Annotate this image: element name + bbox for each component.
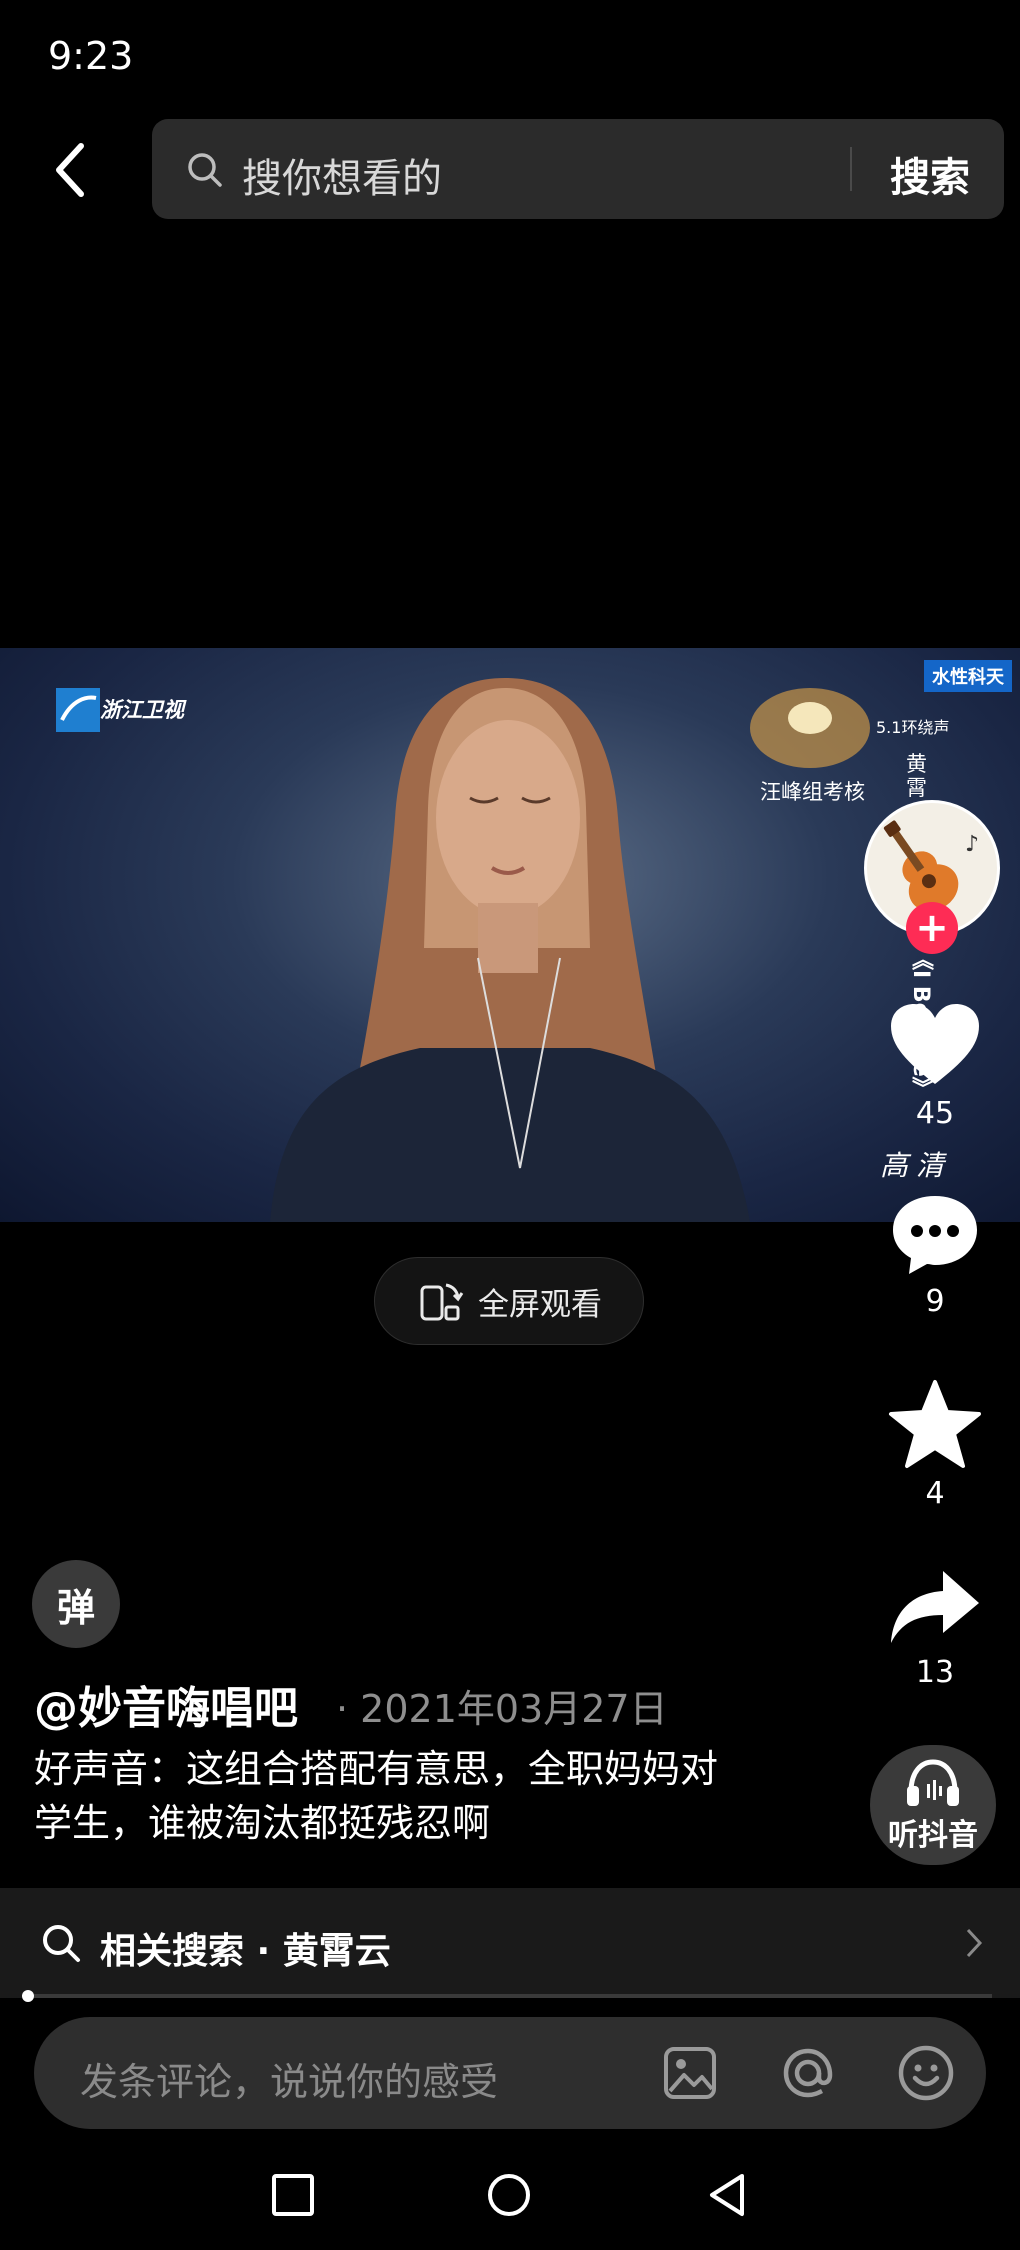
svg-text:♪: ♪ (965, 832, 979, 857)
video-player[interactable]: 浙江卫视 水性科天 5.1环绕声 汪峰组考核 黄霄 《I Believe》 (0, 648, 1020, 1222)
comment-count: 9 (925, 1284, 945, 1319)
star-icon (889, 1380, 981, 1468)
back-nav-button[interactable] (704, 2172, 750, 2218)
recent-apps-button[interactable] (270, 2172, 316, 2218)
plus-icon: + (915, 905, 949, 951)
listen-douyin-button[interactable]: 听抖音 (870, 1745, 996, 1865)
search-icon (188, 153, 222, 187)
search-bar[interactable]: 搜你想看的 搜索 (152, 119, 1004, 219)
like-button[interactable]: 45 (875, 1000, 995, 1131)
fullscreen-button[interactable]: 全屏观看 (374, 1257, 644, 1345)
share-count: 13 (915, 1655, 955, 1690)
back-button[interactable] (40, 135, 100, 205)
video-progress-handle[interactable] (22, 1990, 34, 2002)
chevron-left-icon (56, 143, 84, 197)
search-input[interactable]: 搜你想看的 (242, 146, 442, 204)
search-icon (43, 1925, 80, 1962)
quality-label: 高清 (880, 1149, 953, 1182)
sponsor-badge: 水性科天 (924, 660, 1012, 692)
related-search-label: 相关搜索 · 黄霄云 (100, 1931, 391, 1972)
at-mention-icon[interactable] (778, 2043, 838, 2103)
fullscreen-label: 全屏观看 (478, 1286, 602, 1323)
video-caption: 汪峰组考核 (760, 780, 865, 804)
surround-label: 5.1环绕声 (876, 718, 950, 737)
chevron-right-icon (966, 1928, 983, 1958)
post-date: · 2021年03月27日 (336, 1687, 668, 1731)
like-count: 45 (915, 1096, 955, 1131)
video-progress-track[interactable] (28, 1994, 992, 1998)
author-name[interactable]: @妙音嗨唱吧 (34, 1672, 298, 1736)
headphones-icon (907, 1759, 959, 1806)
search-button[interactable]: 搜索 (890, 145, 970, 203)
channel-logo: 浙江卫视 (100, 698, 184, 722)
post-description[interactable]: 好声音：这组合搭配有意思，全职妈妈对学生，谁被淘汰都挺残忍啊 (34, 1742, 754, 1850)
home-button[interactable] (486, 2172, 532, 2218)
video-frame-art (56, 678, 870, 1222)
danmaku-toggle[interactable]: 弹 (32, 1560, 120, 1648)
image-icon[interactable] (662, 2045, 718, 2101)
heart-icon (891, 1004, 979, 1084)
listen-label: 听抖音 (888, 1818, 978, 1853)
comment-bubble-icon (893, 1196, 977, 1274)
related-search-bar[interactable]: 相关搜索 · 黄霄云 (0, 1888, 1020, 1998)
rotate-phone-icon (420, 1283, 464, 1321)
danmaku-label: 弹 (56, 1585, 95, 1630)
comment-input-bar[interactable]: 发条评论，说说你的感受 (34, 2017, 986, 2129)
singer-name-vertical: 黄霄 (906, 752, 927, 800)
favorite-button[interactable]: 4 (875, 1378, 995, 1511)
search-divider (850, 147, 852, 191)
follow-button[interactable]: + (906, 902, 958, 954)
comment-input[interactable]: 发条评论，说说你的感受 (80, 2051, 498, 2106)
favorite-count: 4 (925, 1476, 945, 1511)
status-time: 9:23 (48, 34, 134, 78)
comment-button[interactable]: 9 (875, 1190, 995, 1319)
share-button[interactable]: 13 (875, 1565, 995, 1690)
emoji-icon[interactable] (896, 2043, 956, 2103)
share-arrow-icon (891, 1571, 979, 1643)
